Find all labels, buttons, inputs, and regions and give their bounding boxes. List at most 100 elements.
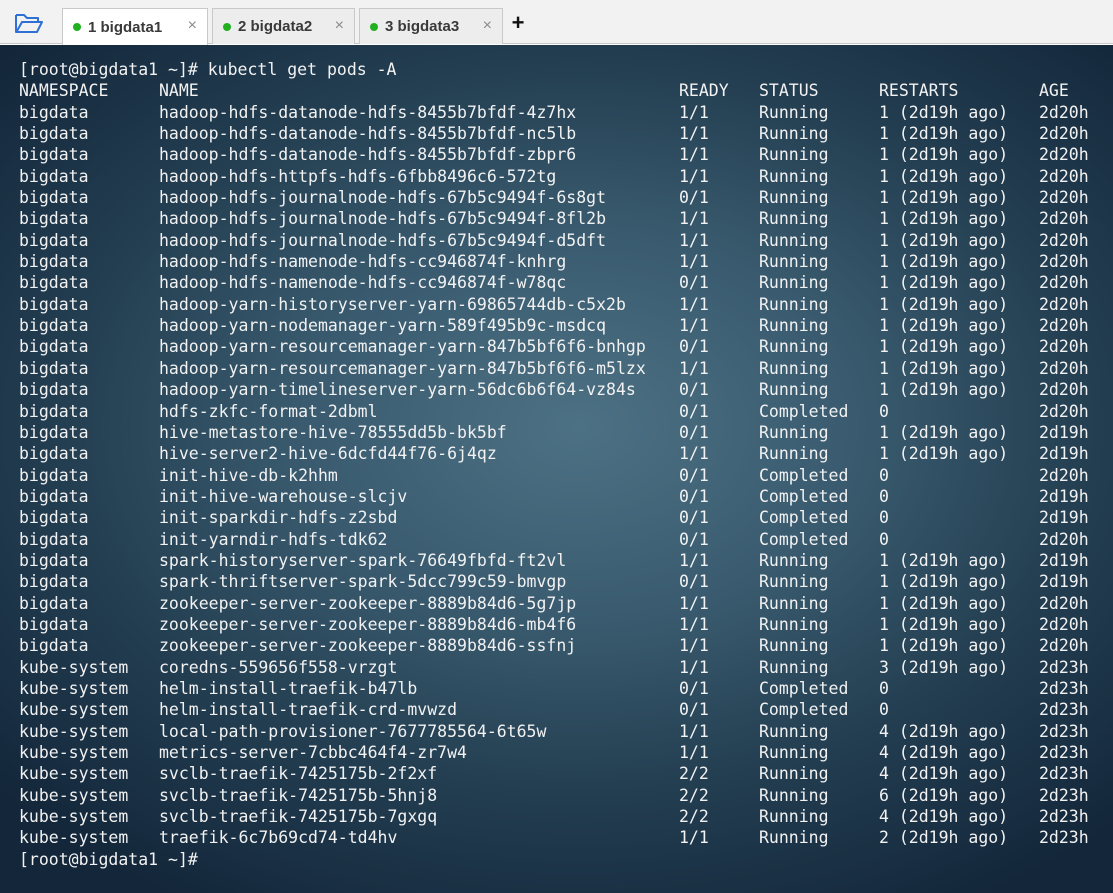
close-icon[interactable]: ×: [335, 17, 344, 35]
cell-name: zookeeper-server-zookeeper-8889b84d6-5g7…: [159, 593, 577, 613]
cell-age: 2d20h: [1039, 166, 1089, 186]
cell-ready: 1/1: [679, 145, 709, 165]
cell-ready: 1/1: [679, 230, 709, 250]
terminal-pane[interactable]: [root@bigdata1 ~]# kubectl get pods -A N…: [0, 45, 1113, 893]
cell-status: Running: [759, 337, 829, 357]
cell-name: hadoop-hdfs-datanode-hdfs-8455b7bfdf-nc5…: [159, 124, 577, 144]
cell-ready: 1/1: [679, 614, 709, 634]
cell-ready: 1/1: [679, 593, 709, 613]
cell-name: hdfs-zkfc-format-2dbml: [159, 401, 378, 421]
cell-ready: 1/1: [679, 721, 709, 741]
cell-restarts: 6 (2d19h ago): [879, 785, 1009, 805]
table-row: bigdata hadoop-hdfs-datanode-hdfs-8455b7b…: [19, 144, 1089, 165]
cell-ready: 2/2: [679, 807, 709, 827]
cell-status: Completed: [759, 529, 849, 549]
cell-namespace: bigdata: [19, 422, 89, 442]
cell-namespace: kube-system: [19, 764, 129, 784]
cell-age: 2d20h: [1039, 636, 1089, 656]
cell-age: 2d20h: [1039, 124, 1089, 144]
cell-namespace: kube-system: [19, 828, 129, 848]
header-namespace: NAMESPACE: [19, 81, 109, 101]
header-age: AGE: [1039, 81, 1069, 101]
table-row: bigdata hadoop-yarn-nodemanager-yarn-589f…: [19, 315, 1089, 336]
cell-namespace: bigdata: [19, 230, 89, 250]
cell-restarts: 4 (2d19h ago): [879, 807, 1009, 827]
cell-status: Running: [759, 380, 829, 400]
cell-age: 2d19h: [1039, 572, 1089, 592]
cell-restarts: 1 (2d19h ago): [879, 337, 1009, 357]
cell-age: 2d20h: [1039, 401, 1089, 421]
cell-namespace: kube-system: [19, 785, 129, 805]
cell-age: 2d20h: [1039, 145, 1089, 165]
cell-namespace: bigdata: [19, 636, 89, 656]
cell-name: hadoop-yarn-resourcemanager-yarn-847b5bf…: [159, 337, 646, 357]
cell-status: Running: [759, 230, 829, 250]
cell-name: svclb-traefik-7425175b-5hnj8: [159, 785, 438, 805]
cell-age: 2d23h: [1039, 678, 1089, 698]
cell-status: Completed: [759, 465, 849, 485]
cell-name: hadoop-hdfs-journalnode-hdfs-67b5c9494f-…: [159, 209, 607, 229]
cell-age: 2d23h: [1039, 721, 1089, 741]
cell-status: Running: [759, 657, 829, 677]
cell-name: hadoop-hdfs-httpfs-hdfs-6fbb8496c6-572tg: [159, 166, 557, 186]
cell-restarts: 1 (2d19h ago): [879, 316, 1009, 336]
cell-name: helm-install-traefik-b47lb: [159, 678, 418, 698]
cell-namespace: bigdata: [19, 145, 89, 165]
cell-namespace: kube-system: [19, 700, 129, 720]
cell-ready: 2/2: [679, 764, 709, 784]
table-row: kube-system metrics-server-7cbbc464f4-zr7…: [19, 742, 1089, 763]
cell-status: Running: [759, 785, 829, 805]
cell-namespace: bigdata: [19, 273, 89, 293]
cell-ready: 1/1: [679, 636, 709, 656]
cell-ready: 0/1: [679, 465, 709, 485]
tab-bigdata1[interactable]: 1 bigdata1 ×: [62, 8, 208, 45]
cell-name: hadoop-yarn-resourcemanager-yarn-847b5bf…: [159, 358, 646, 378]
header-name: NAME: [159, 81, 199, 101]
tab-bigdata3[interactable]: 3 bigdata3 ×: [359, 8, 503, 44]
cell-status: Running: [759, 145, 829, 165]
cell-restarts: 1 (2d19h ago): [879, 166, 1009, 186]
table-row: bigdata zookeeper-server-zookeeper-8889b8…: [19, 614, 1089, 635]
connected-status-dot-icon: [223, 22, 231, 31]
cell-age: 2d19h: [1039, 550, 1089, 570]
cell-age: 2d20h: [1039, 337, 1089, 357]
new-tab-plus-icon[interactable]: +: [508, 12, 528, 34]
cell-restarts: 1 (2d19h ago): [879, 636, 1009, 656]
cell-restarts: 1 (2d19h ago): [879, 209, 1009, 229]
cell-status: Running: [759, 593, 829, 613]
cell-restarts: 3 (2d19h ago): [879, 657, 1009, 677]
cell-status: Running: [759, 166, 829, 186]
cell-ready: 2/2: [679, 785, 709, 805]
cell-age: 2d23h: [1039, 743, 1089, 762]
cell-restarts: 4 (2d19h ago): [879, 743, 1009, 762]
cell-restarts: 1 (2d19h ago): [879, 614, 1009, 634]
cell-name: init-yarndir-hdfs-tdk62: [159, 529, 388, 549]
cell-namespace: bigdata: [19, 401, 89, 421]
cell-age: 2d23h: [1039, 785, 1089, 805]
cell-namespace: bigdata: [19, 358, 89, 378]
cell-status: Running: [759, 209, 829, 229]
cell-age: 2d19h: [1039, 444, 1089, 464]
cell-name: zookeeper-server-zookeeper-8889b84d6-mb4…: [159, 614, 577, 634]
cell-restarts: 0: [879, 529, 889, 549]
cell-ready: 1/1: [679, 209, 709, 229]
cell-ready: 1/1: [679, 316, 709, 336]
cell-name: coredns-559656f558-vrzgt: [159, 657, 398, 677]
cell-ready: 1/1: [679, 358, 709, 378]
tab-bigdata2[interactable]: 2 bigdata2 ×: [212, 8, 355, 44]
cell-namespace: bigdata: [19, 486, 89, 506]
table-row: bigdata hadoop-hdfs-journalnode-hdfs-67b5…: [19, 187, 1089, 208]
cell-restarts: 1 (2d19h ago): [879, 593, 1009, 613]
close-icon[interactable]: ×: [188, 17, 197, 35]
cell-status: Running: [759, 614, 829, 634]
header-ready: READY: [679, 81, 729, 101]
cell-name: traefik-6c7b69cd74-td4hv: [159, 828, 398, 848]
cell-namespace: bigdata: [19, 102, 89, 122]
cell-status: Running: [759, 828, 829, 848]
table-row: kube-system coredns-559656f558-vrzgt 1/1 Ru…: [19, 657, 1089, 678]
cell-name: zookeeper-server-zookeeper-8889b84d6-ssf…: [159, 636, 577, 656]
close-icon[interactable]: ×: [483, 17, 492, 35]
folder-icon[interactable]: [14, 12, 44, 34]
cell-restarts: 1 (2d19h ago): [879, 444, 1009, 464]
cell-status: Running: [759, 721, 829, 741]
